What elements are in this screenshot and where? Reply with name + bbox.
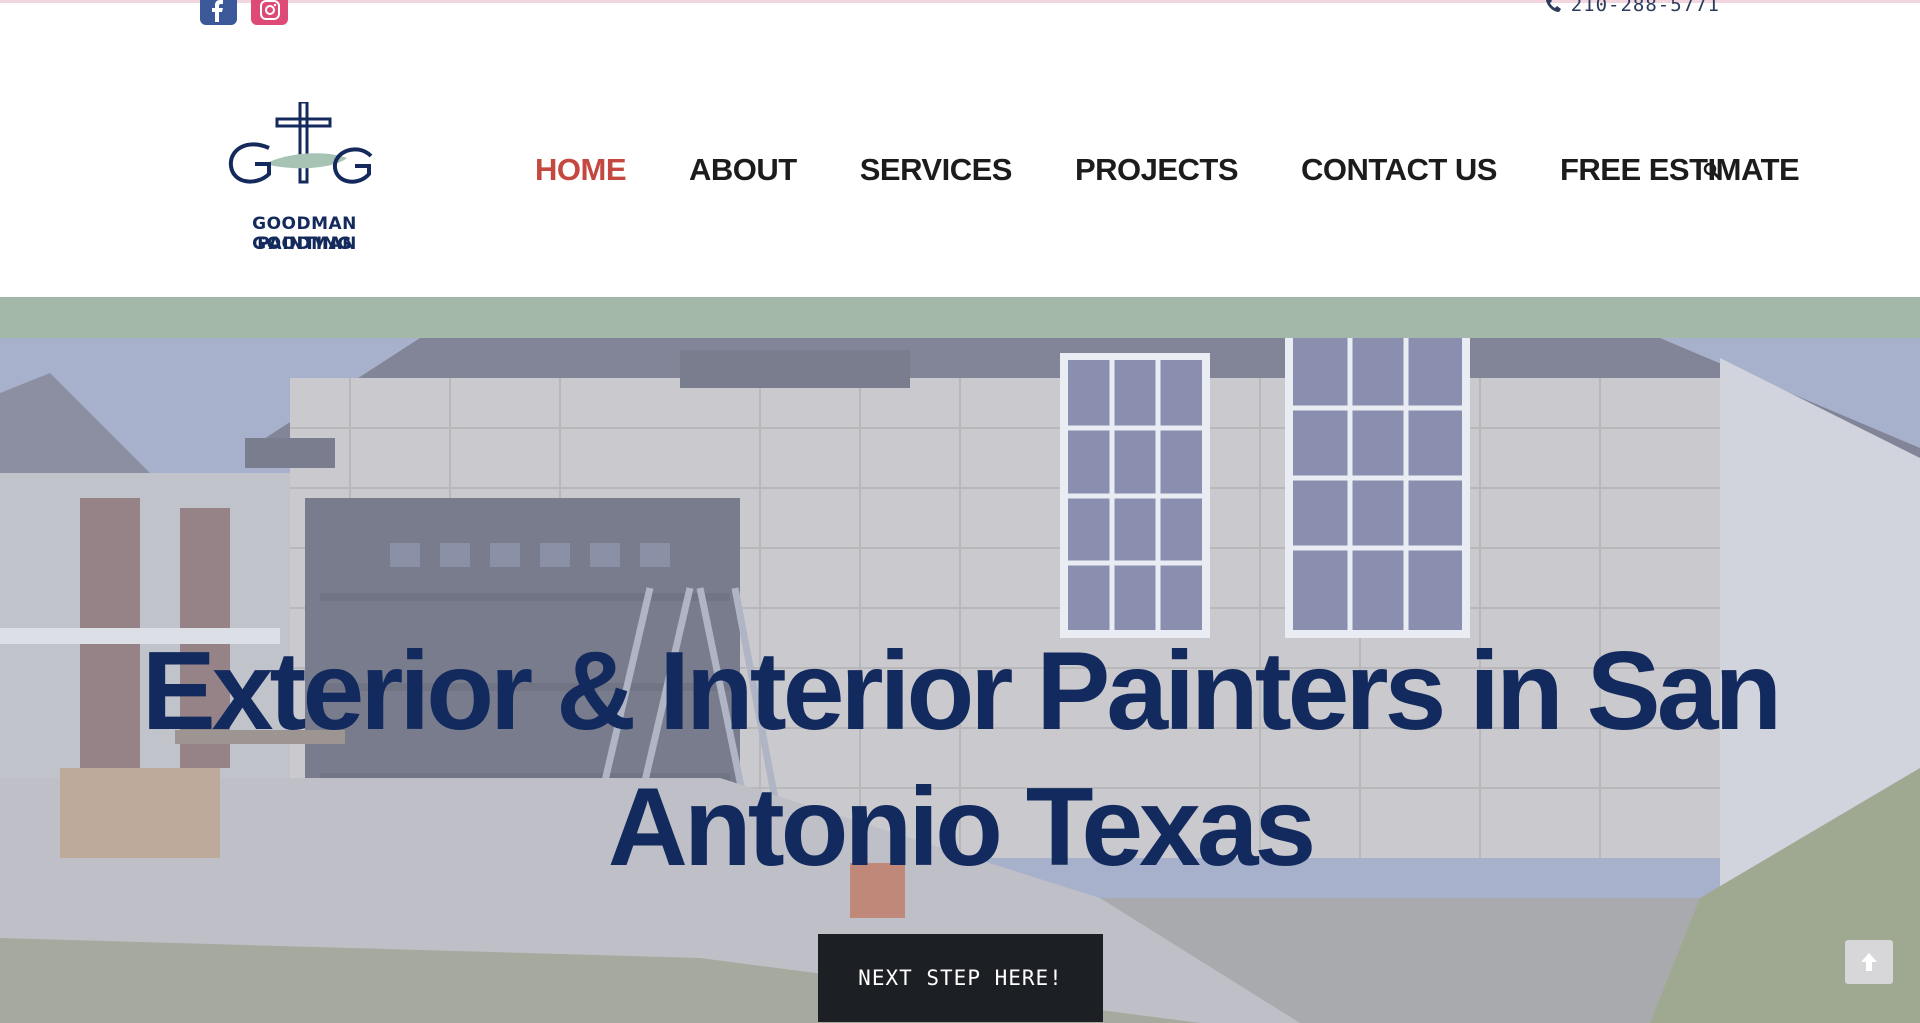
phone-icon [1545, 0, 1561, 12]
nav-home[interactable]: HOME [535, 152, 627, 188]
accent-band [0, 297, 1920, 338]
instagram-icon [260, 0, 280, 20]
search-icon[interactable] [1703, 162, 1721, 180]
site-logo[interactable]: GOODMAN GOODMAN PAINTING [207, 100, 402, 262]
nav-free-estimate[interactable]: FREE ESTIMATE [1560, 152, 1800, 188]
nav-services[interactable]: SERVICES [860, 152, 1013, 188]
phone-text: 210-288-5771 [1570, 0, 1720, 16]
main-nav: HOME ABOUT SERVICES PROJECTS CONTACT US … [535, 152, 1862, 188]
site-header: GOODMAN GOODMAN PAINTING HOME ABOUT SERV… [0, 30, 1920, 297]
hero-section: Exterior & Interior Painters in San Anto… [0, 338, 1920, 1023]
nav-projects[interactable]: PROJECTS [1075, 152, 1239, 188]
nav-contact-us[interactable]: CONTACT US [1301, 152, 1497, 188]
next-step-button[interactable]: NEXT STEP HERE! [818, 934, 1103, 1022]
hero-title: Exterior & Interior Painters in San Anto… [141, 629, 1783, 889]
arrow-up-icon [1861, 953, 1877, 971]
nav-about[interactable]: ABOUT [689, 152, 797, 188]
phone-number[interactable]: 210-288-5771 [1545, 0, 1720, 16]
instagram-link[interactable] [251, 0, 288, 25]
logo-text-line2: PAINTING [257, 234, 352, 254]
social-links [200, 0, 288, 25]
scroll-to-top-button[interactable] [1845, 940, 1893, 984]
cross-logo-icon [228, 100, 373, 184]
facebook-link[interactable] [200, 0, 237, 25]
facebook-icon [212, 0, 223, 22]
